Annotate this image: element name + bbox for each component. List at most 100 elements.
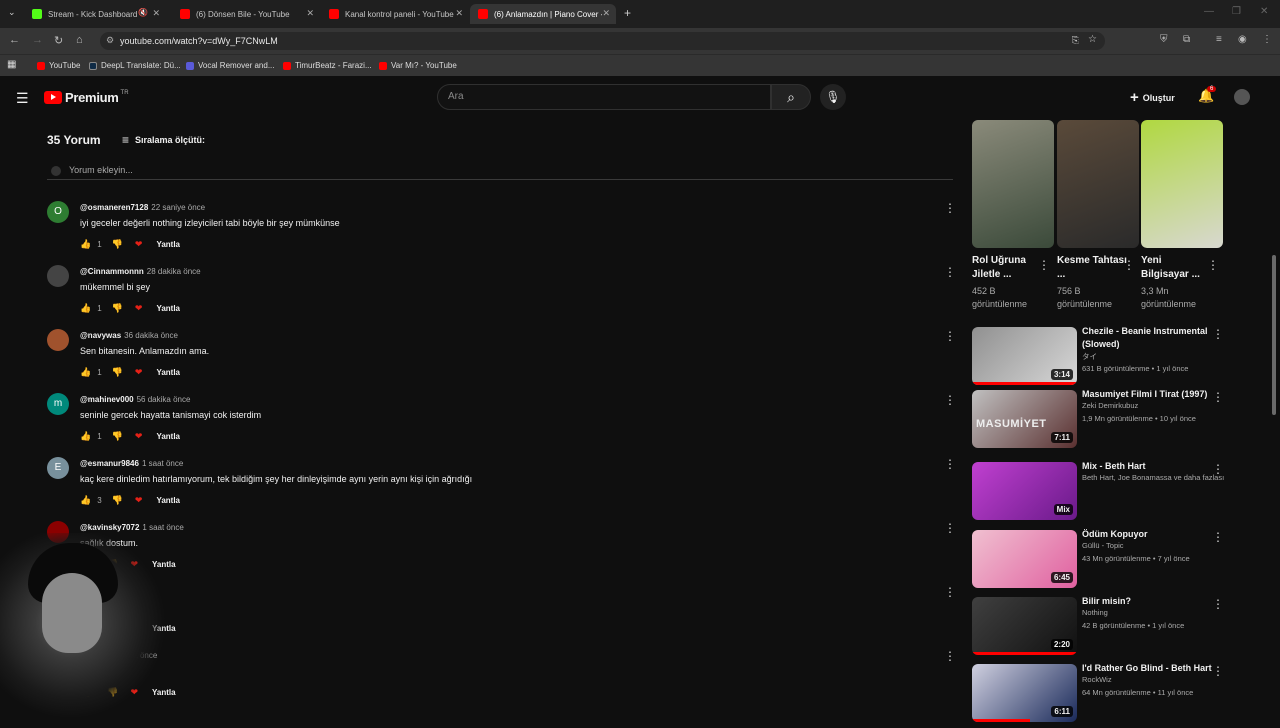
- reply-button[interactable]: Yantla: [156, 432, 180, 441]
- short-title[interactable]: Rol Uğruna Jiletle ...: [972, 254, 1042, 282]
- more-options-icon[interactable]: ⋮: [944, 329, 956, 343]
- channel-name[interactable]: タイ: [1082, 351, 1097, 362]
- more-options-icon[interactable]: ⋮: [1123, 258, 1135, 272]
- video-title[interactable]: I'd Rather Go Blind - Beth Hart: [1082, 662, 1212, 675]
- comment-author[interactable]: @Cinnammonnn: [80, 267, 144, 276]
- like-icon[interactable]: 👍: [80, 495, 91, 506]
- like-icon[interactable]: 👍: [80, 239, 91, 250]
- recommended-video[interactable]: MASUMİYET 7:11 Masumiyet Filmi I Tirat (…: [972, 388, 1272, 454]
- dislike-icon[interactable]: 👎: [112, 495, 123, 506]
- avatar[interactable]: [47, 329, 69, 351]
- more-options-icon[interactable]: ⋮: [944, 201, 956, 215]
- comment-time[interactable]: 36 dakika önce: [124, 331, 178, 340]
- bookmark-star-icon[interactable]: ☆: [1088, 34, 1097, 45]
- more-options-icon[interactable]: ⋮: [1212, 462, 1224, 476]
- channel-name[interactable]: RockWiz: [1082, 675, 1112, 684]
- minimize-button[interactable]: —: [1204, 6, 1214, 17]
- bookmark-deepl[interactable]: DeepL Translate: Dü...: [89, 61, 181, 70]
- reply-button[interactable]: Yantla: [156, 496, 180, 505]
- video-thumbnail[interactable]: MASUMİYET 7:11: [972, 390, 1077, 448]
- comment-time[interactable]: 28 dakika önce: [147, 267, 201, 276]
- more-options-icon[interactable]: ⋮: [1038, 258, 1050, 272]
- window-close-button[interactable]: ✕: [1260, 6, 1268, 17]
- create-button[interactable]: + Oluştur: [1130, 89, 1175, 106]
- bookmark-timurbeatz[interactable]: TimurBeatz - Farazi...: [283, 61, 372, 70]
- video-title[interactable]: Ödüm Kopuyor: [1082, 528, 1212, 541]
- apps-icon[interactable]: ▦: [7, 59, 16, 70]
- media-icon[interactable]: ≡: [1216, 34, 1222, 45]
- close-icon[interactable]: ✕: [455, 8, 463, 19]
- extensions-icon[interactable]: ⧉: [1183, 34, 1190, 45]
- video-thumbnail[interactable]: 6:45: [972, 530, 1077, 588]
- recommended-video[interactable]: 6:45 Ödüm Kopuyor Güllü - Topic 43 Mn gö…: [972, 528, 1272, 594]
- restore-button[interactable]: ❐: [1232, 6, 1241, 17]
- install-icon[interactable]: ⎘: [1072, 35, 1079, 46]
- recommended-video[interactable]: 2:20 Bilir misin? Nothing 42 B görüntüle…: [972, 595, 1272, 661]
- tab-anlamazdin[interactable]: (6) Anlamazdın | Piano Cover - ✕: [470, 4, 616, 24]
- short-title[interactable]: Yeni Bilgisayar ...: [1141, 254, 1211, 282]
- reply-button[interactable]: Yantla: [156, 240, 180, 249]
- close-icon[interactable]: ✕: [306, 8, 314, 19]
- youtube-premium-logo[interactable]: Premium TR: [44, 90, 129, 105]
- channel-name[interactable]: Güllü - Topic: [1082, 541, 1124, 550]
- address-bar[interactable]: ⚙ youtube.com/watch?v=dWy_F7CNwLM ⎘ ☆: [100, 32, 1105, 50]
- avatar[interactable]: E: [47, 457, 69, 479]
- dislike-icon[interactable]: 👎: [112, 431, 123, 442]
- like-icon[interactable]: 👍: [80, 367, 91, 378]
- video-title[interactable]: Bilir misin?: [1082, 595, 1212, 608]
- video-thumbnail[interactable]: 2:20: [972, 597, 1077, 655]
- channel-name[interactable]: Zeki Demirkubuz: [1082, 401, 1138, 410]
- sort-button[interactable]: ≡ Sıralama ölçütü:: [122, 133, 205, 147]
- reply-button[interactable]: Yantla: [156, 368, 180, 377]
- menu-icon[interactable]: ⋮: [1262, 34, 1272, 45]
- search-button[interactable]: ⌕: [771, 84, 811, 110]
- more-options-icon[interactable]: ⋮: [944, 521, 956, 535]
- channel-name[interactable]: Beth Hart, Joe Bonamassa ve daha fazlası: [1082, 473, 1224, 482]
- more-options-icon[interactable]: ⋮: [944, 649, 956, 663]
- like-icon[interactable]: 👍: [80, 303, 91, 314]
- recommended-video[interactable]: 6:11 I'd Rather Go Blind - Beth Hart Roc…: [972, 662, 1272, 728]
- short-thumbnail[interactable]: [1141, 120, 1223, 248]
- channel-name[interactable]: Nothing: [1082, 608, 1108, 617]
- voice-search-button[interactable]: 🎙: [820, 84, 846, 110]
- video-thumbnail[interactable]: 3:14: [972, 327, 1077, 385]
- home-icon[interactable]: ⌂: [76, 34, 83, 46]
- search-input[interactable]: Ara: [437, 84, 771, 110]
- tab-kick-dashboard[interactable]: Stream - Kick Dashboard 🔇 ✕: [24, 4, 166, 24]
- avatar[interactable]: O: [47, 201, 69, 223]
- video-title[interactable]: Masumiyet Filmi I Tirat (1997): [1082, 388, 1212, 401]
- recommended-video[interactable]: 3:14 Chezile - Beanie Instrumental (Slowe…: [972, 326, 1272, 391]
- reply-button[interactable]: Yantla: [156, 304, 180, 313]
- mute-icon[interactable]: 🔇: [138, 8, 148, 17]
- short-thumbnail[interactable]: [972, 120, 1054, 248]
- comment-author[interactable]: @mahinev000: [80, 395, 134, 404]
- short-thumbnail[interactable]: [1057, 120, 1139, 248]
- more-options-icon[interactable]: ⋮: [1212, 597, 1224, 611]
- comment-author[interactable]: @navywas: [80, 331, 121, 340]
- forward-icon[interactable]: →: [32, 34, 43, 46]
- close-icon[interactable]: ✕: [602, 8, 610, 19]
- video-thumbnail[interactable]: Mix: [972, 462, 1077, 520]
- account-avatar[interactable]: [1234, 89, 1250, 105]
- recommended-video[interactable]: Mix Mix - Beth Hart Beth Hart, Joe Bonam…: [972, 460, 1272, 526]
- more-options-icon[interactable]: ⋮: [1212, 327, 1224, 341]
- video-title[interactable]: Mix - Beth Hart: [1082, 460, 1212, 473]
- avatar[interactable]: [47, 265, 69, 287]
- more-options-icon[interactable]: ⋮: [1212, 390, 1224, 404]
- tab-kanal-kontrol[interactable]: Kanal kontrol paneli - YouTube ✕: [321, 4, 469, 24]
- comment-author[interactable]: @osmaneren7128: [80, 203, 148, 212]
- comment-time[interactable]: 1 saat önce: [142, 459, 183, 468]
- new-tab-button[interactable]: +: [624, 6, 631, 20]
- hamburger-menu-icon[interactable]: ☰: [16, 90, 29, 107]
- add-comment-input[interactable]: Yorum ekleyin...: [47, 165, 953, 180]
- bookmark-var-mi[interactable]: Var Mı? - YouTube: [379, 61, 457, 70]
- video-thumbnail[interactable]: 6:11: [972, 664, 1077, 722]
- shield-icon[interactable]: ⛨: [1160, 34, 1168, 45]
- more-options-icon[interactable]: ⋮: [944, 585, 956, 599]
- comment-time[interactable]: 22 saniye önce: [151, 203, 205, 212]
- more-options-icon[interactable]: ⋮: [1207, 258, 1219, 272]
- close-icon[interactable]: ✕: [152, 8, 160, 19]
- more-options-icon[interactable]: ⋮: [1212, 664, 1224, 678]
- dislike-icon[interactable]: 👎: [112, 239, 123, 250]
- site-info-icon[interactable]: ⚙: [106, 35, 114, 46]
